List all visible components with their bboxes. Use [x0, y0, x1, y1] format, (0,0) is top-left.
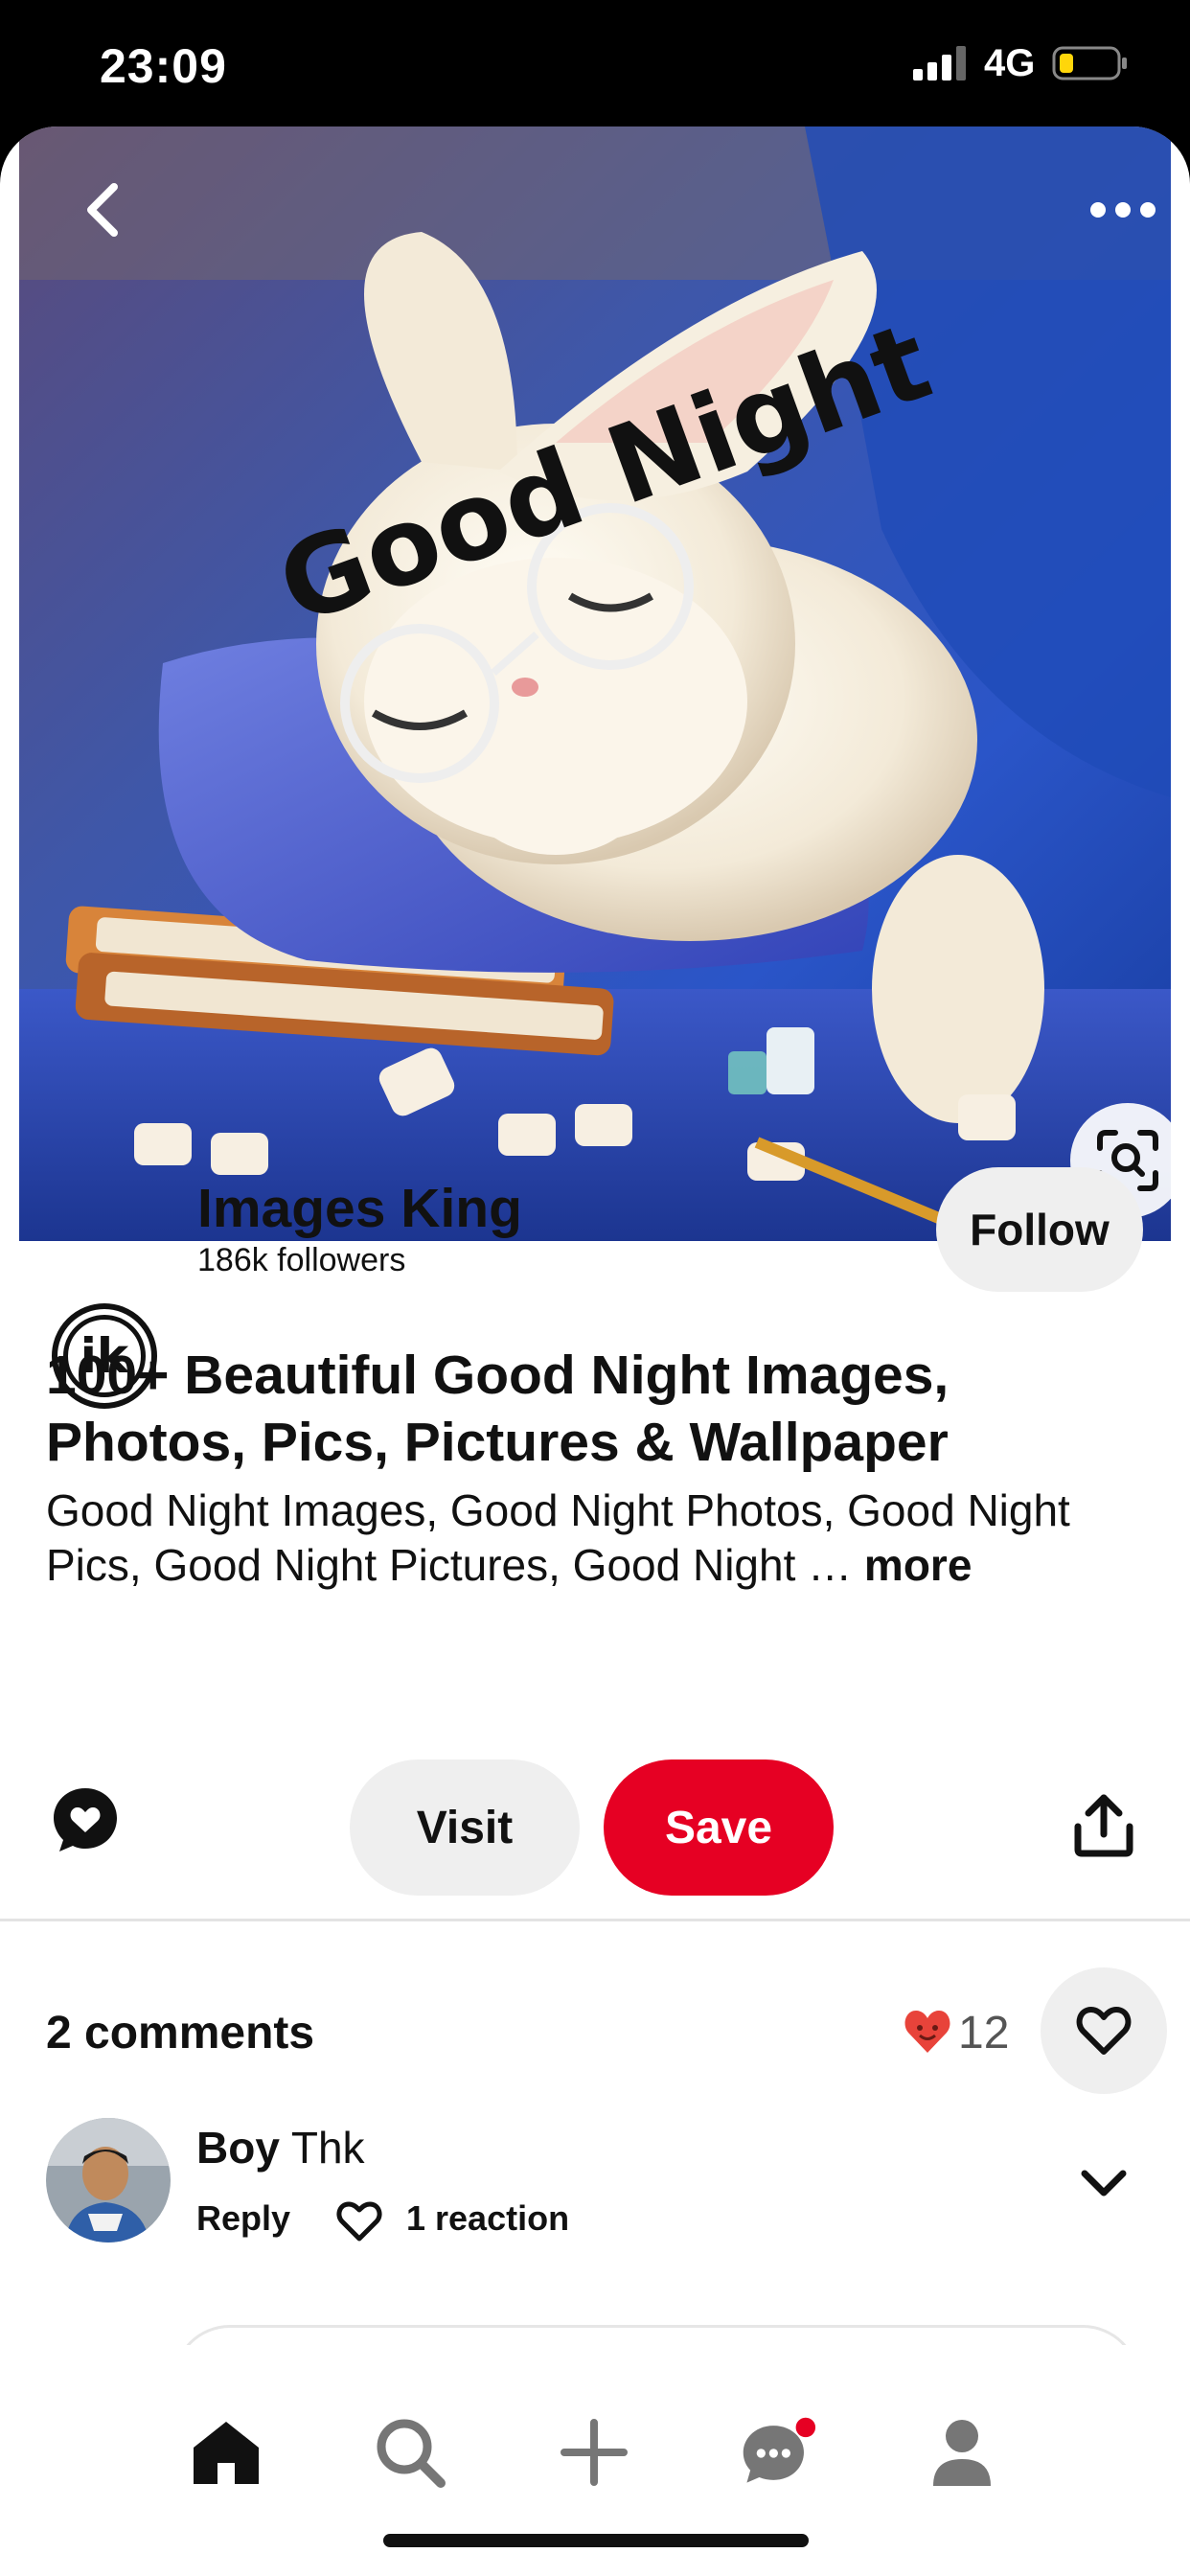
reply-link[interactable]: Reply: [196, 2198, 290, 2239]
creator-name[interactable]: Images King: [197, 1177, 522, 1240]
heart-outline-icon: [1076, 2007, 1132, 2055]
network-type: 4G: [984, 42, 1036, 84]
nav-profile[interactable]: [924, 2414, 1000, 2491]
plus-icon: [561, 2419, 628, 2486]
pin-image[interactable]: Good Night: [19, 126, 1171, 1241]
back-button[interactable]: [69, 176, 136, 243]
signal-icon: [913, 46, 966, 80]
divider: [0, 1919, 1190, 1921]
home-icon: [194, 2422, 259, 2484]
more-dots-icon: [1090, 202, 1156, 218]
more-options-button[interactable]: [1085, 176, 1161, 243]
comment-author-avatar[interactable]: [46, 2118, 171, 2242]
battery-low-icon: [1052, 46, 1127, 80]
comments-count: 2 comments: [46, 2008, 315, 2058]
messages-icon: [743, 2417, 816, 2483]
comment-text: Thk: [290, 2123, 365, 2173]
follow-button[interactable]: Follow: [936, 1167, 1143, 1292]
status-time: 23:09: [100, 39, 227, 93]
nav-create[interactable]: [556, 2414, 632, 2491]
avatar-photo: [46, 2118, 171, 2242]
share-icon[interactable]: [1073, 1794, 1134, 1857]
pin-artwork: Good Night: [19, 126, 1171, 1241]
pin-description: Good Night Images, Good Night Photos, Go…: [46, 1484, 1157, 1593]
pin-detail-sheet: Good Night ik Images King 186k followers…: [0, 126, 1190, 2576]
visit-button[interactable]: Visit: [350, 1760, 580, 1896]
comment-heart-icon[interactable]: [50, 1784, 121, 1855]
comment-author-name[interactable]: Boy: [196, 2123, 280, 2173]
heart-face-reaction-icon: [904, 2011, 950, 2053]
chevron-down-icon[interactable]: [1079, 2168, 1129, 2200]
like-button[interactable]: [1041, 1967, 1167, 2094]
search-icon: [377, 2419, 446, 2488]
reaction-heart-icon[interactable]: [335, 2200, 383, 2242]
nav-home[interactable]: [188, 2414, 264, 2491]
home-indicator: [383, 2534, 809, 2547]
reaction-count-label[interactable]: 1 reaction: [406, 2198, 569, 2239]
back-chevron-icon: [87, 183, 118, 237]
nav-search[interactable]: [372, 2414, 448, 2491]
pin-title: 100+ Beautiful Good Night Images, Photos…: [46, 1345, 950, 1473]
status-bar: 23:09 4G: [0, 0, 1190, 129]
comment-author: Boy Thk: [196, 2122, 365, 2174]
more-link[interactable]: more: [864, 1540, 972, 1590]
reaction-count: 12: [958, 2008, 1010, 2058]
save-button[interactable]: Save: [604, 1760, 834, 1896]
creator-followers: 186k followers: [197, 1242, 406, 1278]
profile-icon: [933, 2420, 991, 2486]
nav-messages[interactable]: [740, 2414, 816, 2491]
notification-dot: [795, 2417, 816, 2438]
